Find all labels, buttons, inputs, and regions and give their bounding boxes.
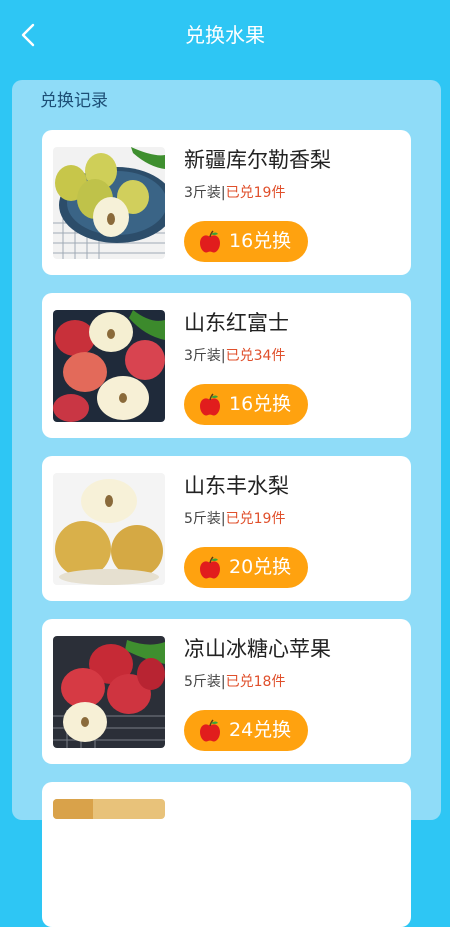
exchange-button-label: 20兑换 <box>229 556 292 578</box>
exchange-button[interactable]: 16兑换 <box>184 221 308 262</box>
asian-pears-image <box>53 473 165 585</box>
page-title: 兑换水果 <box>185 23 265 47</box>
fruit-spec: 3斤装|已兑34件 <box>184 346 285 366</box>
pear-plate-image <box>53 147 165 259</box>
apple-icon <box>200 393 220 416</box>
sold-count: 已兑34件 <box>225 348 286 364</box>
sold-count: 已兑18件 <box>225 674 286 690</box>
fruit-name: 山东丰水梨 <box>184 474 289 498</box>
pack-size: 5斤装 <box>184 674 221 690</box>
header-bar: 兑换水果 <box>0 0 450 72</box>
pack-size: 3斤装 <box>184 185 221 201</box>
exchange-button[interactable]: 20兑换 <box>184 547 308 588</box>
apple-icon <box>200 230 220 253</box>
exchange-button-label: 24兑换 <box>229 719 292 741</box>
apple-icon <box>200 556 220 579</box>
fruit-card[interactable]: 山东红富士 3斤装|已兑34件 16兑换 <box>42 293 411 438</box>
fruit-name: 山东红富士 <box>184 311 289 335</box>
fruit-card-partial[interactable] <box>42 782 411 927</box>
exchange-button[interactable]: 16兑换 <box>184 384 308 425</box>
fruit-name: 凉山冰糖心苹果 <box>184 637 331 661</box>
fruit-spec: 5斤装|已兑19件 <box>184 509 285 529</box>
sold-count: 已兑19件 <box>225 511 286 527</box>
exchange-panel: 兑换记录 新疆库尔勒香梨 3斤装|已兑19件 16兑换 山东红富士 3斤装|已兑… <box>12 80 441 927</box>
apples-plate-image <box>53 636 165 748</box>
fruit-image-partial <box>53 799 165 819</box>
exchange-button-label: 16兑换 <box>229 230 292 252</box>
sold-count: 已兑19件 <box>225 185 286 201</box>
exchange-button[interactable]: 24兑换 <box>184 710 308 751</box>
fruit-card[interactable]: 凉山冰糖心苹果 5斤装|已兑18件 24兑换 <box>42 619 411 764</box>
pack-size: 3斤装 <box>184 348 221 364</box>
fruit-spec: 5斤装|已兑18件 <box>184 672 285 692</box>
fruit-spec: 3斤装|已兑19件 <box>184 183 285 203</box>
pack-size: 5斤装 <box>184 511 221 527</box>
fruit-name: 新疆库尔勒香梨 <box>184 148 331 172</box>
fruit-card[interactable]: 新疆库尔勒香梨 3斤装|已兑19件 16兑换 <box>42 130 411 275</box>
fruit-card[interactable]: 山东丰水梨 5斤装|已兑19件 20兑换 <box>42 456 411 601</box>
red-apples-image <box>53 310 165 422</box>
exchange-button-label: 16兑换 <box>229 393 292 415</box>
section-title: 兑换记录 <box>40 91 108 111</box>
apple-icon <box>200 719 220 742</box>
